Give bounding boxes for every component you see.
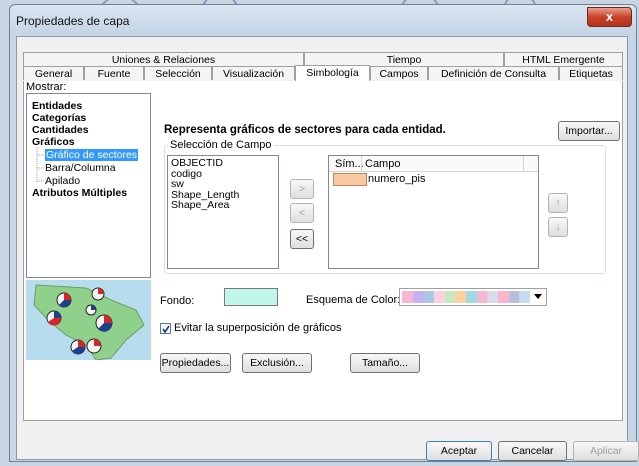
add-field-button[interactable]: > bbox=[290, 179, 314, 199]
field-item[interactable]: sw bbox=[171, 179, 278, 190]
close-button[interactable]: x bbox=[587, 7, 632, 27]
move-down-button[interactable]: ↓ bbox=[548, 217, 568, 237]
tab-definition-query[interactable]: Definición de Consulta bbox=[428, 66, 559, 80]
arrow-down-icon: ↓ bbox=[555, 221, 561, 233]
color-ramp-swatch bbox=[466, 291, 477, 303]
arrow-up-icon: ↑ bbox=[555, 197, 561, 209]
dialog-title: Propiedades de capa bbox=[16, 14, 130, 28]
tree-item-stacked[interactable]: Apilado bbox=[45, 175, 80, 187]
chevron-down-icon bbox=[534, 294, 542, 299]
table-row[interactable]: numero_pis bbox=[332, 173, 537, 186]
renderer-description: Representa gráficos de sectores para cad… bbox=[164, 124, 446, 136]
color-ramp-swatch bbox=[434, 291, 445, 303]
tree-item-categories[interactable]: Categorías bbox=[32, 112, 86, 124]
background-label: Fondo: bbox=[160, 295, 195, 307]
remove-field-button[interactable]: < bbox=[290, 203, 314, 223]
tab-row-bottom: General Fuente Selección Visualización S… bbox=[23, 65, 623, 81]
color-ramp-swatch bbox=[498, 291, 509, 303]
show-label: Mostrar: bbox=[26, 81, 67, 93]
color-ramp-swatch bbox=[455, 291, 467, 303]
tab-joins-relates[interactable]: Uniones & Relaciones bbox=[23, 52, 304, 66]
move-up-button[interactable]: ↑ bbox=[548, 193, 568, 213]
size-button[interactable]: Tamaño... bbox=[350, 353, 420, 373]
avoid-overlap-checkbox[interactable] bbox=[160, 323, 171, 334]
preview-map-image bbox=[26, 280, 151, 360]
tab-labels[interactable]: Etiquetas bbox=[559, 66, 623, 80]
available-fields-list[interactable]: OBJECTID codigo sw Shape_Length Shape_Ar… bbox=[167, 155, 279, 269]
dialog-client: Uniones & Relaciones Tiempo HTML Emergen… bbox=[16, 36, 639, 461]
color-ramp-swatch bbox=[412, 291, 424, 303]
exclusion-button[interactable]: Exclusión... bbox=[242, 353, 312, 373]
header-divider bbox=[523, 156, 524, 171]
tab-display[interactable]: Visualización bbox=[212, 66, 295, 80]
remove-all-fields-button[interactable]: << bbox=[290, 229, 314, 249]
cancel-button[interactable]: Cancelar bbox=[498, 441, 567, 461]
tab-row-top: Uniones & Relaciones Tiempo HTML Emergen… bbox=[23, 52, 623, 66]
import-button[interactable]: Importar... bbox=[558, 121, 620, 141]
close-icon: x bbox=[605, 9, 614, 24]
table-cell-field: numero_pis bbox=[368, 173, 426, 185]
tab-selection[interactable]: Selección bbox=[144, 66, 212, 80]
column-header-symbol[interactable]: Sím... bbox=[335, 158, 364, 170]
color-ramp-swatch bbox=[487, 291, 499, 303]
table-header: Sím... Campo bbox=[329, 156, 538, 172]
field-item[interactable]: Shape_Area bbox=[171, 200, 278, 211]
color-ramp-swatch bbox=[476, 291, 488, 303]
field-selection-label: Selección de Campo bbox=[168, 139, 274, 151]
tree-item-multiple-attributes[interactable]: Atributos Múltiples bbox=[32, 187, 127, 199]
tab-time[interactable]: Tiempo bbox=[304, 52, 504, 66]
tree-item-quantities[interactable]: Cantidades bbox=[32, 124, 89, 136]
tab-source[interactable]: Fuente bbox=[84, 66, 144, 80]
tree-item-features[interactable]: Entidades bbox=[32, 100, 82, 112]
accept-button[interactable]: Aceptar bbox=[426, 441, 492, 461]
field-item[interactable]: codigo bbox=[171, 168, 278, 180]
color-ramp-swatch bbox=[402, 291, 413, 303]
properties-button[interactable]: Propiedades... bbox=[160, 353, 231, 373]
tree-item-bar-column[interactable]: Barra/Columna bbox=[45, 162, 116, 174]
background-color-picker[interactable] bbox=[224, 288, 278, 306]
color-ramp-swatch bbox=[508, 291, 520, 303]
tab-symbology[interactable]: Simbología bbox=[295, 65, 370, 81]
color-scheme-dropdown[interactable] bbox=[399, 288, 547, 306]
symbol-field-table[interactable]: Sím... Campo numero_pis bbox=[328, 155, 539, 269]
color-ramp bbox=[402, 291, 531, 303]
color-ramp-swatch bbox=[519, 291, 531, 303]
symbol-swatch[interactable] bbox=[333, 173, 367, 186]
color-ramp-swatch bbox=[423, 291, 435, 303]
color-scheme-label: Esquema de Color: bbox=[306, 294, 401, 306]
renderer-tree[interactable]: Entidades Categorías Cantidades Gráficos… bbox=[26, 93, 151, 278]
tab-html-popup[interactable]: HTML Emergente bbox=[504, 52, 623, 66]
symbology-page: Mostrar: Entidades Categorías Cantidades… bbox=[23, 81, 623, 421]
layer-properties-dialog: Propiedades de capa x Uniones & Relacion… bbox=[9, 4, 639, 462]
color-ramp-swatch bbox=[444, 291, 456, 303]
tab-general[interactable]: General bbox=[23, 66, 84, 80]
avoid-overlap-label: Evitar la superposición de gráficos bbox=[174, 322, 342, 334]
apply-button[interactable]: Aplicar bbox=[573, 441, 639, 461]
header-divider bbox=[361, 156, 362, 171]
checkmark-icon bbox=[162, 325, 170, 334]
field-item[interactable]: OBJECTID bbox=[171, 158, 278, 169]
tree-item-pie[interactable]: Gráfico de sectores bbox=[45, 149, 139, 161]
title-bar: Propiedades de capa x bbox=[10, 5, 636, 35]
column-header-field[interactable]: Campo bbox=[365, 158, 400, 170]
tab-fields[interactable]: Campos bbox=[370, 66, 428, 80]
